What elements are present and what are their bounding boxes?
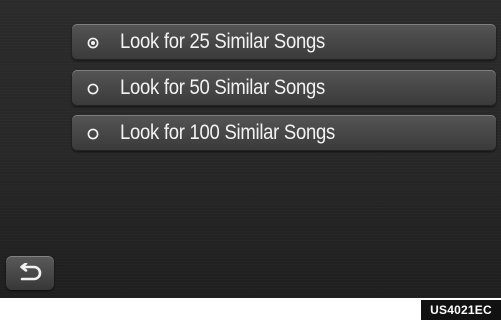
option-label: Look for 25 Similar Songs bbox=[120, 30, 326, 53]
option-label: Look for 100 Similar Songs bbox=[120, 121, 336, 144]
similar-songs-screen: Look for 25 Similar Songs Look for 50 Si… bbox=[0, 0, 501, 298]
radio-unselected-icon bbox=[87, 82, 99, 95]
radio-selected-icon bbox=[87, 36, 99, 49]
option-100-similar-songs[interactable]: Look for 100 Similar Songs bbox=[72, 115, 496, 151]
image-code-label: US4021EC bbox=[421, 300, 501, 320]
option-label: Look for 50 Similar Songs bbox=[120, 76, 326, 99]
back-button[interactable] bbox=[6, 256, 54, 290]
radio-unselected-icon bbox=[87, 127, 99, 140]
option-25-similar-songs[interactable]: Look for 25 Similar Songs bbox=[72, 24, 496, 60]
option-50-similar-songs[interactable]: Look for 50 Similar Songs bbox=[72, 70, 496, 106]
